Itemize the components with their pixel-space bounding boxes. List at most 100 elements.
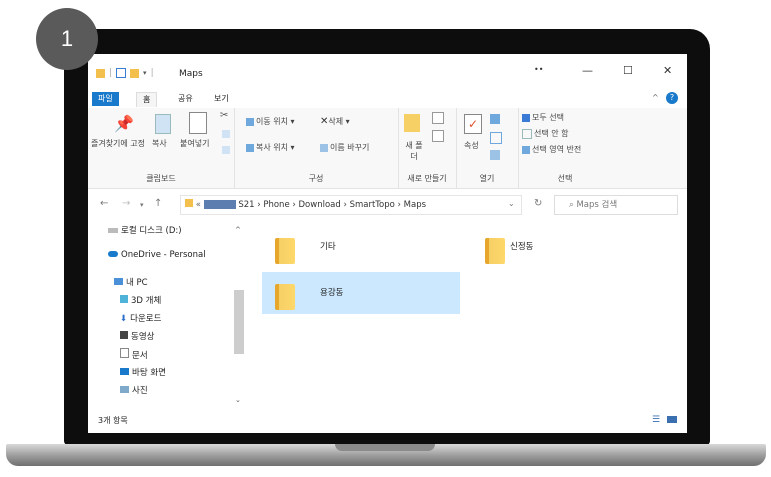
invert-selection-icon	[522, 145, 530, 154]
refresh-button[interactable]: ↻	[534, 198, 542, 209]
copy-path-icon[interactable]	[222, 130, 230, 138]
select-none-icon	[522, 128, 532, 139]
search-icon: ⌕	[569, 200, 574, 210]
folder-icon	[185, 199, 193, 207]
delete-button[interactable]: ✕삭제 ▾	[320, 116, 350, 127]
open-label: 열기	[479, 174, 495, 183]
nav-local-disk-d[interactable]: 로컬 디스크 (D:)	[108, 224, 182, 236]
properties-button[interactable]: 속성	[464, 140, 479, 151]
new-folder-button[interactable]: 새 폴더	[404, 140, 424, 162]
paste-icon	[189, 112, 207, 134]
search-box[interactable]: ⌕ Maps 검색	[554, 195, 678, 215]
paste-shortcut-icon[interactable]	[222, 146, 230, 154]
nav-videos[interactable]: 동영상	[120, 330, 154, 342]
select-group: 모두 선택 선택 안 함 선택 영역 반전 선택	[518, 108, 612, 188]
folder-item[interactable]: 신정동	[472, 226, 670, 270]
ribbon-tabs: 파일 홈 공유 보기 ^ ?	[88, 92, 687, 107]
recent-locations-button[interactable]: ▾	[140, 201, 144, 209]
nav-documents-label: 문서	[132, 351, 148, 361]
ribbon: 📌 즐겨찾기에 고정 복사 붙여넣기 ✂ 클립보드 이동 위치 ▾ ✕삭제 ▾ …	[88, 108, 687, 189]
chevron-down-icon[interactable]: ▾	[143, 69, 147, 77]
drive-icon	[108, 228, 118, 233]
paste-button[interactable]: 붙여넣기	[180, 138, 209, 149]
details-view-icon[interactable]: ☰	[652, 415, 660, 425]
tab-file[interactable]: 파일	[92, 92, 119, 106]
cube-icon	[120, 295, 128, 303]
copy-icon	[155, 114, 171, 134]
nav-pictures[interactable]: 사진	[120, 384, 148, 396]
select-none-button[interactable]: 선택 안 함	[522, 128, 569, 139]
breadcrumb-smarttopo[interactable]: SmartTopo	[350, 200, 395, 210]
open-icon[interactable]	[490, 114, 500, 124]
up-button[interactable]: ↑	[154, 198, 162, 209]
item-count: 3개 항목	[98, 416, 128, 425]
video-icon	[120, 331, 128, 339]
move-to-button[interactable]: 이동 위치 ▾	[246, 116, 295, 127]
edit-icon[interactable]	[490, 132, 502, 144]
title-bar: | ▾ | Maps •• — ☐ ✕	[88, 54, 687, 88]
nav-local-disk-d-label: 로컬 디스크 (D:)	[121, 226, 182, 236]
nav-desktop[interactable]: 바탕 화면	[120, 366, 166, 378]
desktop-icon	[120, 368, 129, 375]
file-list: 기타 신정동 용강동	[248, 216, 687, 416]
easy-access-icon[interactable]	[432, 130, 444, 142]
invert-selection-button[interactable]: 선택 영역 반전	[522, 144, 581, 155]
breadcrumb-download[interactable]: Download	[299, 200, 341, 210]
nav-this-pc[interactable]: 내 PC	[114, 276, 148, 288]
breadcrumb-phone[interactable]: Phone	[263, 200, 289, 210]
back-button[interactable]: ←	[100, 198, 108, 209]
collapse-ribbon-icon[interactable]: ^	[652, 93, 659, 102]
close-button[interactable]: ✕	[663, 64, 672, 77]
tab-view[interactable]: 보기	[208, 92, 235, 106]
nav-downloads[interactable]: ⬇ 다운로드	[120, 312, 161, 324]
cloud-icon	[108, 251, 118, 257]
nav-pictures-label: 사진	[132, 386, 148, 396]
rename-button[interactable]: 이름 바꾸기	[320, 142, 369, 153]
nav-desktop-label: 바탕 화면	[132, 368, 166, 378]
folder-icon	[275, 284, 295, 310]
cut-icon[interactable]: ✂	[220, 110, 228, 121]
nav-scrollbar-thumb[interactable]	[234, 290, 244, 354]
pc-icon	[114, 278, 123, 285]
address-bar-row: ← → ▾ ↑ « S21 › Phone › Download › Smart…	[88, 192, 687, 216]
copy-to-label: 복사 위치 ▾	[256, 143, 295, 152]
nav-onedrive-label: OneDrive - Personal	[121, 250, 206, 260]
checkbox-icon[interactable]	[116, 68, 127, 78]
new-folder-icon[interactable]	[130, 68, 140, 78]
copy-button[interactable]: 복사	[152, 138, 167, 149]
nav-3d-objects-label: 3D 개체	[131, 296, 162, 306]
folder-item-selected[interactable]: 용강동	[262, 272, 460, 314]
folder-item[interactable]: 기타	[262, 226, 460, 270]
minimize-button[interactable]: —	[582, 64, 593, 77]
copy-to-button[interactable]: 복사 위치 ▾	[246, 142, 295, 153]
forward-button[interactable]: →	[122, 198, 130, 209]
window-title: Maps	[179, 69, 203, 79]
history-icon[interactable]	[490, 150, 500, 160]
nav-3d-objects[interactable]: 3D 개체	[120, 294, 161, 306]
invert-selection-label: 선택 영역 반전	[532, 145, 582, 154]
scroll-up-arrow[interactable]: ^	[235, 226, 241, 234]
new-item-icon[interactable]	[432, 112, 444, 124]
nav-documents[interactable]: 문서	[120, 348, 148, 361]
address-dropdown-icon[interactable]: ⌄	[508, 199, 515, 208]
pin-to-quick-access-button[interactable]: 즐겨찾기에 고정	[90, 138, 146, 149]
view-toggle: ☰	[652, 415, 677, 425]
address-bar[interactable]: « S21 › Phone › Download › SmartTopo › M…	[180, 195, 522, 215]
breadcrumb-s21[interactable]: S21	[238, 200, 254, 210]
folder-name: 기타	[320, 242, 336, 252]
folder-icon	[96, 68, 105, 78]
help-icon[interactable]: ?	[666, 92, 678, 104]
maximize-button[interactable]: ☐	[623, 64, 633, 77]
delete-label: 삭제 ▾	[328, 117, 350, 126]
overflow-chevron[interactable]: «	[196, 200, 204, 210]
select-all-button[interactable]: 모두 선택	[522, 112, 564, 123]
scroll-down-arrow[interactable]: ⌄	[235, 396, 241, 404]
large-icons-view-icon[interactable]	[667, 416, 677, 423]
tab-share[interactable]: 공유	[172, 92, 199, 106]
breadcrumb-maps[interactable]: Maps	[404, 200, 426, 210]
nav-onedrive[interactable]: OneDrive - Personal	[108, 250, 206, 260]
search-placeholder: Maps 검색	[576, 200, 618, 210]
move-to-label: 이동 위치 ▾	[256, 117, 295, 126]
redacted-device-name	[203, 200, 236, 209]
tab-home[interactable]: 홈	[136, 92, 158, 107]
